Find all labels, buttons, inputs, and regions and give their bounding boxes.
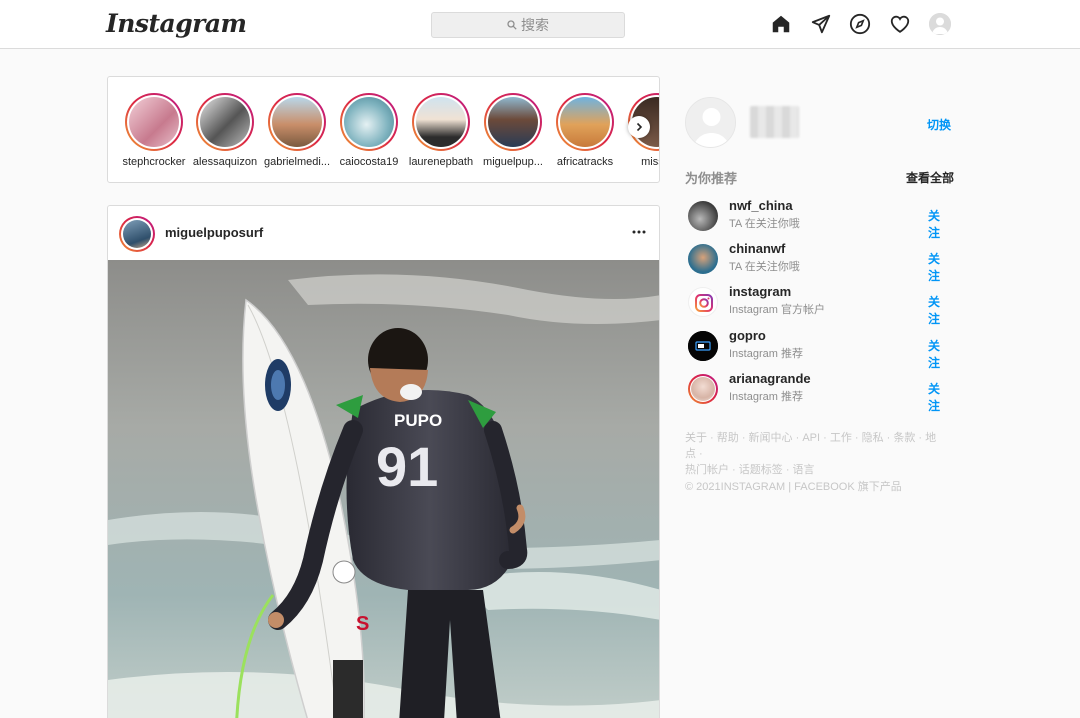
profile-avatar[interactable]: [929, 13, 951, 35]
suggestion-username[interactable]: gopro: [729, 328, 766, 343]
suggestion-username[interactable]: chinanwf: [729, 241, 785, 256]
story-username: laurenepbath: [408, 156, 474, 168]
suggestions-title: 为你推荐: [685, 171, 738, 186]
search-input[interactable]: 搜索: [431, 12, 625, 38]
suggestion-username[interactable]: nwf_china: [729, 198, 793, 213]
top-navigation-bar: Instagram 搜索: [0, 0, 1080, 49]
current-user-avatar[interactable]: [685, 97, 736, 148]
direct-message-icon[interactable]: [810, 13, 832, 35]
suggestion-avatar[interactable]: [688, 201, 718, 231]
story-avatar: [560, 97, 610, 147]
more-options-icon[interactable]: [631, 224, 647, 240]
follow-button[interactable]: 关注: [928, 380, 950, 414]
suggestion-subtitle: Instagram 推荐: [729, 348, 803, 360]
chevron-right-icon: [636, 122, 643, 132]
story-username: missm: [641, 156, 659, 168]
story-item[interactable]: alessaquizon: [187, 93, 263, 168]
suggestion-subtitle: TA 在关注你哦: [729, 218, 800, 230]
search-icon: [507, 20, 517, 30]
story-avatar: [344, 97, 394, 147]
jersey-name: PUPO: [394, 411, 442, 430]
current-username-blurred: [750, 106, 799, 138]
story-username: stephcrocker: [122, 156, 186, 168]
see-all-link[interactable]: 查看全部: [906, 169, 954, 186]
suggestion-avatar[interactable]: [688, 331, 718, 361]
story-username: miguelpup...: [483, 156, 543, 168]
suggestion-subtitle: Instagram 推荐: [729, 391, 803, 403]
suggestion-avatar[interactable]: [688, 374, 718, 404]
follow-button[interactable]: 关注: [928, 250, 950, 284]
footer-links-line-1[interactable]: 关于 · 帮助 · 新闻中心 · API · 工作 · 隐私 · 条款 · 地点…: [685, 430, 945, 462]
post-photo[interactable]: S PUPO 91: [108, 260, 660, 718]
post-author-avatar[interactable]: [119, 216, 155, 252]
story-username: alessaquizon: [192, 156, 258, 168]
story-avatar: [129, 97, 179, 147]
story-item[interactable]: caiocosta19: [331, 93, 407, 168]
suggestion-username[interactable]: arianagrande: [729, 371, 811, 386]
suggestion-subtitle: Instagram 官方帐户: [729, 304, 825, 316]
story-item[interactable]: gabrielmedi...: [259, 93, 335, 168]
suggestion-row: chinanwf TA 在关注你哦 关注: [685, 241, 950, 284]
search-placeholder: 搜索: [521, 17, 549, 33]
suggestion-row: gopro Instagram 推荐 关注: [685, 328, 950, 371]
switch-account-link[interactable]: 切换: [927, 116, 951, 133]
story-avatar: [416, 97, 466, 147]
post-header: miguelpuposurf: [108, 206, 659, 260]
story-username: gabrielmedi...: [263, 156, 331, 168]
stories-tray: stephcrocker alessaquizon gabrielmedi...…: [107, 76, 660, 183]
follow-button[interactable]: 关注: [928, 293, 950, 327]
story-username: caiocosta19: [339, 156, 399, 168]
story-item[interactable]: miguelpup...: [475, 93, 551, 168]
stories-next-button[interactable]: [628, 116, 650, 138]
explore-compass-icon[interactable]: [849, 13, 871, 35]
suggestion-subtitle: TA 在关注你哦: [729, 261, 800, 273]
instagram-logo-icon[interactable]: [688, 287, 718, 317]
jersey-number: 91: [376, 435, 438, 498]
suggestion-avatar[interactable]: [688, 244, 718, 274]
story-avatar: [488, 97, 538, 147]
story-item[interactable]: laurenepbath: [403, 93, 479, 168]
follow-button[interactable]: 关注: [928, 207, 950, 241]
copyright-text: © 2021INSTAGRAM | FACEBOOK 旗下产品: [685, 481, 902, 493]
suggestion-username[interactable]: instagram: [729, 284, 791, 299]
activity-heart-icon[interactable]: [889, 13, 911, 35]
story-username: africatracks: [556, 156, 614, 168]
default-avatar-icon: [686, 98, 735, 147]
home-icon[interactable]: [770, 13, 792, 35]
footer-links-line-2[interactable]: 热门帐户 · 话题标签 · 语言: [685, 462, 945, 478]
feed-post: miguelpuposurf S PUPO 91: [107, 205, 660, 718]
post-username[interactable]: miguelpuposurf: [165, 225, 263, 240]
suggestion-row: arianagrande Instagram 推荐 关注: [685, 371, 950, 414]
gopro-logo-icon: [688, 331, 718, 361]
instagram-logo[interactable]: Instagram: [106, 9, 247, 38]
story-item[interactable]: stephcrocker: [116, 93, 192, 168]
story-avatar: [200, 97, 250, 147]
default-avatar-icon: [929, 13, 951, 35]
follow-button[interactable]: 关注: [928, 337, 950, 371]
footer-links: 关于 · 帮助 · 新闻中心 · API · 工作 · 隐私 · 条款 · 地点…: [685, 430, 945, 478]
suggestion-row: instagram Instagram 官方帐户 关注: [685, 284, 950, 327]
story-avatar: [272, 97, 322, 147]
svg-text:S: S: [356, 613, 369, 635]
story-item[interactable]: africatracks: [547, 93, 623, 168]
suggestion-row: nwf_china TA 在关注你哦 关注: [685, 198, 950, 241]
